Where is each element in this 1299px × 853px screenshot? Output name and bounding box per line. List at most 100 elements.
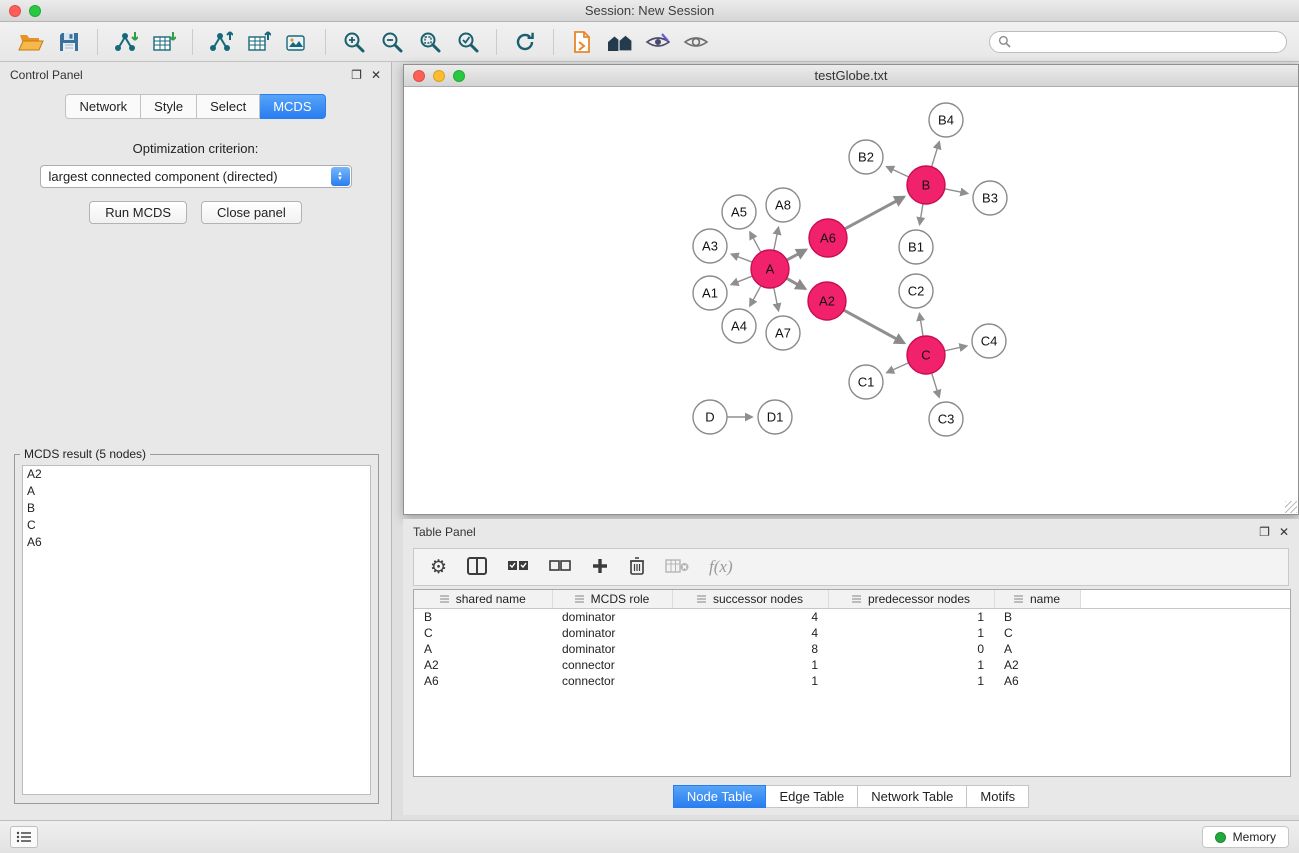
graph-edge[interactable] — [887, 363, 909, 373]
graph-edge[interactable] — [774, 228, 779, 251]
graph-node[interactable]: D1 — [758, 400, 792, 434]
export-image-icon[interactable] — [278, 27, 316, 57]
graph-edge[interactable] — [845, 197, 904, 229]
graph-node[interactable]: A3 — [693, 229, 727, 263]
network-overview-icon[interactable] — [601, 27, 639, 57]
open-document-icon[interactable] — [563, 27, 601, 57]
clear-table-icon[interactable] — [665, 558, 689, 577]
export-table-icon[interactable] — [240, 27, 278, 57]
float-panel-icon[interactable]: ❐ — [351, 69, 362, 81]
result-item[interactable]: B — [23, 500, 370, 517]
table-row[interactable]: Bdominator41B — [414, 609, 1290, 626]
graph-node[interactable]: A1 — [693, 276, 727, 310]
tab-node-table[interactable]: Node Table — [673, 785, 767, 808]
optimization-criterion-dropdown[interactable]: largest connected component (directed) ▲… — [40, 165, 352, 188]
graph-edge[interactable] — [920, 314, 924, 337]
window-resize-grip[interactable] — [1285, 501, 1297, 513]
zoom-in-icon[interactable] — [335, 27, 373, 57]
tab-network[interactable]: Network — [65, 94, 141, 119]
graph-node[interactable]: C2 — [899, 274, 933, 308]
graph-node[interactable]: A4 — [722, 309, 756, 343]
graph-edge[interactable] — [932, 373, 939, 397]
panel-list-button[interactable] — [10, 826, 38, 848]
tab-edge-table[interactable]: Edge Table — [766, 785, 858, 808]
graph-node[interactable]: A2 — [808, 282, 846, 320]
graph-edge[interactable] — [774, 288, 779, 311]
graph-node[interactable]: A5 — [722, 195, 756, 229]
window-controls[interactable] — [9, 5, 41, 17]
column-header[interactable]: name — [994, 590, 1080, 609]
graph-edge[interactable] — [945, 189, 968, 194]
graph-edge[interactable] — [787, 250, 806, 260]
graph-edge[interactable] — [731, 276, 752, 284]
zoom-selected-icon[interactable] — [449, 27, 487, 57]
export-network-icon[interactable] — [202, 27, 240, 57]
graph-node[interactable]: A8 — [766, 188, 800, 222]
select-all-icon[interactable] — [507, 559, 529, 576]
graph-node[interactable]: B — [907, 166, 945, 204]
zoom-network-window-button[interactable] — [453, 70, 465, 82]
delete-row-icon[interactable] — [629, 556, 645, 578]
close-panel-icon[interactable]: ✕ — [371, 69, 381, 81]
minimize-network-window-button[interactable] — [433, 70, 445, 82]
tab-network-table[interactable]: Network Table — [858, 785, 967, 808]
tab-motifs[interactable]: Motifs — [967, 785, 1029, 808]
float-table-panel-icon[interactable]: ❐ — [1259, 526, 1270, 538]
table-row[interactable]: Cdominator41C — [414, 625, 1290, 641]
open-session-icon[interactable] — [12, 27, 50, 57]
column-header[interactable]: shared name — [414, 590, 552, 609]
memory-button[interactable]: Memory — [1202, 826, 1289, 848]
graph-edge[interactable] — [932, 142, 940, 167]
search-field[interactable] — [989, 31, 1287, 53]
zoom-out-icon[interactable] — [373, 27, 411, 57]
columns-icon[interactable] — [467, 557, 487, 578]
graph-node[interactable]: B4 — [929, 103, 963, 137]
graph-node[interactable]: B1 — [899, 230, 933, 264]
graph-edge[interactable] — [750, 286, 761, 306]
column-header[interactable]: MCDS role — [552, 590, 672, 609]
table-row[interactable]: A2connector11A2 — [414, 657, 1290, 673]
table-settings-icon[interactable]: ⚙ — [430, 558, 447, 577]
result-item[interactable]: A6 — [23, 534, 370, 551]
graph-edge[interactable] — [844, 310, 904, 343]
graph-edge[interactable] — [731, 254, 752, 262]
zoom-fit-icon[interactable] — [411, 27, 449, 57]
column-header[interactable]: predecessor nodes — [828, 590, 994, 609]
tab-select[interactable]: Select — [197, 94, 260, 119]
close-panel-button[interactable]: Close panel — [201, 201, 302, 224]
show-graphics-details-icon[interactable] — [677, 27, 715, 57]
graph-edge[interactable] — [787, 278, 806, 288]
graph-node[interactable]: B2 — [849, 140, 883, 174]
refresh-icon[interactable] — [506, 27, 544, 57]
hide-graphics-details-icon[interactable] — [639, 27, 677, 57]
close-window-button[interactable] — [9, 5, 21, 17]
graph-node[interactable]: B3 — [973, 181, 1007, 215]
graph-edge[interactable] — [945, 346, 967, 351]
deselect-all-icon[interactable] — [549, 559, 571, 576]
network-window-controls[interactable] — [413, 70, 465, 82]
close-table-panel-icon[interactable]: ✕ — [1279, 526, 1289, 538]
graph-edge[interactable] — [887, 167, 909, 177]
run-mcds-button[interactable]: Run MCDS — [89, 201, 187, 224]
function-builder-icon[interactable]: f(x) — [709, 557, 733, 577]
import-table-icon[interactable] — [145, 27, 183, 57]
graph-node[interactable]: A7 — [766, 316, 800, 350]
result-item[interactable]: A — [23, 483, 370, 500]
tab-mcds[interactable]: MCDS — [260, 94, 325, 119]
zoom-window-button[interactable] — [29, 5, 41, 17]
tab-style[interactable]: Style — [141, 94, 197, 119]
add-row-icon[interactable] — [591, 557, 609, 578]
graph-node[interactable]: C1 — [849, 365, 883, 399]
graph-node[interactable]: D — [693, 400, 727, 434]
network-canvas[interactable]: B4B2BB3A8A5A6A3B1AC2A1A2A4A7C4CC1DD1C3 — [404, 87, 1298, 514]
search-input[interactable] — [1015, 35, 1278, 49]
graph-node[interactable]: C3 — [929, 402, 963, 436]
graph-node[interactable]: A — [751, 250, 789, 288]
close-network-window-button[interactable] — [413, 70, 425, 82]
graph-node[interactable]: C — [907, 336, 945, 374]
graph-edge[interactable] — [750, 232, 761, 252]
import-network-icon[interactable] — [107, 27, 145, 57]
graph-node[interactable]: A6 — [809, 219, 847, 257]
save-session-icon[interactable] — [50, 27, 88, 57]
table-row[interactable]: Adominator80A — [414, 641, 1290, 657]
